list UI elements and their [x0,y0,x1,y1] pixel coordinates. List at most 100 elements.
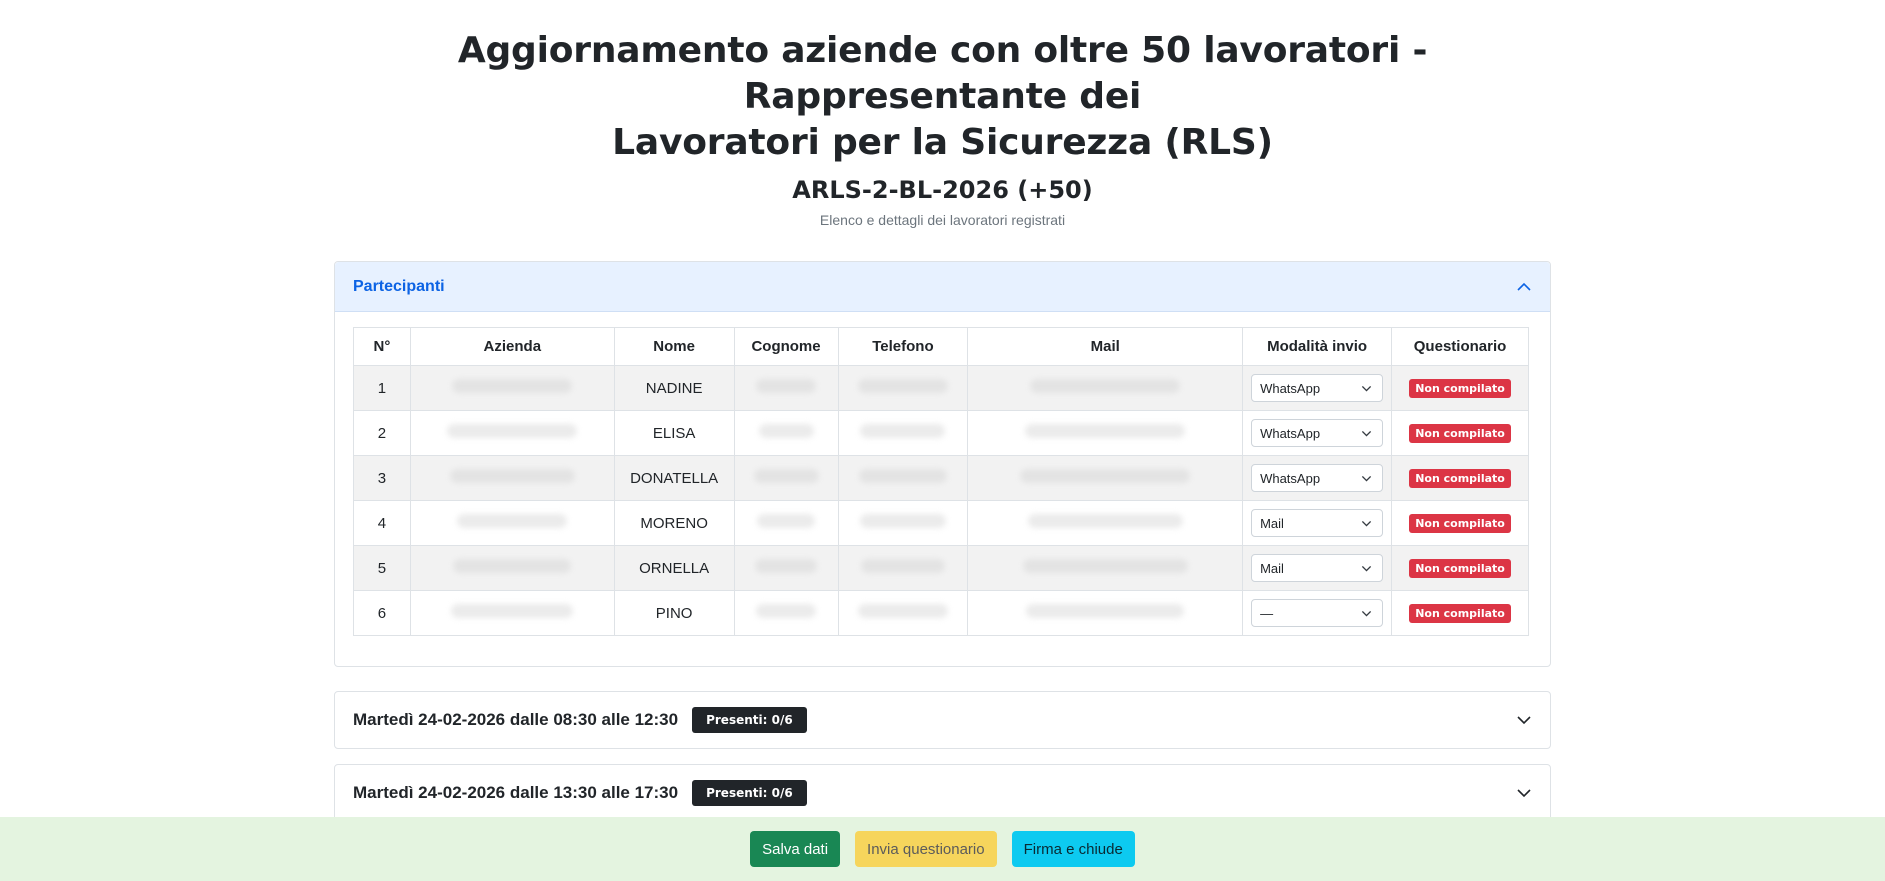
participants-accordion-header[interactable]: Partecipanti [335,262,1550,312]
cell-questionario: Non compilato [1391,500,1529,546]
cell-mail [967,365,1244,411]
status-badge: Non compilato [1409,468,1511,488]
cell-azienda [409,455,615,501]
page-title-line2: Lavoratori per la Sicurezza (RLS) [612,122,1273,163]
table-row: 2 ELISA WhatsApp Non compilato [353,410,1529,456]
redacted-text [860,559,945,573]
redacted-text [757,514,816,528]
cell-modalita: Mail [1242,500,1393,546]
redacted-text [457,514,568,528]
cell-nome: ORNELLA [613,545,735,591]
table-row: 1 NADINE WhatsApp Non compilato [353,365,1529,411]
session-accordion-header[interactable]: Martedì 24-02-2026 dalle 08:30 alle 12:3… [335,692,1550,748]
modalita-invio-select[interactable]: — [1251,599,1384,627]
status-badge: Non compilato [1409,513,1511,533]
cell-azienda [409,410,615,456]
chevron-down-icon [1361,565,1372,572]
page-subtitle: Elenco e dettagli dei lavoratori registr… [819,212,1066,228]
session-header-left: Martedì 24-02-2026 dalle 13:30 alle 17:3… [353,780,807,806]
table-row: 4 MORENO Mail Non compilato [353,500,1529,546]
cell-telefono [837,545,969,591]
cell-azienda [409,365,615,411]
page-container: Aggiornamento aziende con oltre 50 lavor… [334,0,1551,822]
cell-n: 5 [353,545,411,591]
cell-telefono [837,365,969,411]
chevron-down-icon [1516,712,1532,728]
cell-mail [967,590,1244,636]
send-questionnaire-button[interactable]: Invia questionario [855,831,997,867]
redacted-text [860,424,946,438]
modalita-invio-select[interactable]: Mail [1251,554,1384,582]
redacted-text [756,379,817,393]
redacted-text [452,379,573,393]
chevron-down-icon [1361,520,1372,527]
column-header-azienda: Azienda [409,327,615,366]
chevron-down-icon [1361,610,1372,617]
modalita-invio-select[interactable]: WhatsApp [1251,419,1384,447]
table-row: 6 PINO — Non compilato [353,590,1529,636]
session-title: Martedì 24-02-2026 dalle 13:30 alle 17:3… [353,783,679,802]
cell-nome: DONATELLA [613,455,735,501]
cell-azienda [409,500,615,546]
column-header-questionario: Questionario [1391,327,1529,366]
course-code: ARLS-2-BL-2026 (+50) [792,176,1093,204]
redacted-text [1022,559,1188,573]
cell-questionario: Non compilato [1391,365,1529,411]
table-row: 5 ORNELLA Mail Non compilato [353,545,1529,591]
redacted-text [758,424,814,438]
participants-accordion: Partecipanti N° Azienda Nome Cognome Tel… [334,261,1551,667]
select-value: WhatsApp [1260,470,1321,486]
cell-cognome [733,500,839,546]
status-badge: Non compilato [1409,423,1511,443]
attendance-badge: Presenti: 0/6 [692,780,807,806]
cell-nome: PINO [613,590,735,636]
status-badge: Non compilato [1409,558,1511,578]
redacted-text [755,559,818,573]
chevron-down-icon [1361,430,1372,437]
cell-nome: NADINE [613,365,735,411]
column-header-cognome: Cognome [733,327,839,366]
cell-modalita: — [1242,590,1393,636]
session-title: Martedì 24-02-2026 dalle 08:30 alle 12:3… [353,710,679,729]
cell-cognome [733,365,839,411]
select-value: Mail [1260,515,1284,531]
cell-modalita: WhatsApp [1242,410,1393,456]
save-button[interactable]: Salva dati [750,831,841,867]
redacted-text [859,514,946,528]
redacted-text [447,424,578,438]
cell-nome: ELISA [613,410,735,456]
sign-and-close-button[interactable]: Firma e chiude [1011,831,1135,867]
status-badge: Non compilato [1409,378,1511,398]
cell-cognome [733,545,839,591]
redacted-text [1020,469,1191,483]
cell-nome: MORENO [613,500,735,546]
column-header-telefono: Telefono [837,327,969,366]
session-accordion-1: Martedì 24-02-2026 dalle 08:30 alle 12:3… [334,691,1551,749]
cell-modalita: WhatsApp [1242,455,1393,501]
redacted-text [1030,379,1181,393]
select-value: — [1260,605,1274,621]
select-value: Mail [1260,560,1284,576]
cell-questionario: Non compilato [1391,545,1529,591]
column-header-modalita-invio: Modalità invio [1242,327,1393,366]
cell-n: 1 [353,365,411,411]
modalita-invio-select[interactable]: WhatsApp [1251,464,1384,492]
column-header-n: N° [353,327,411,366]
cell-questionario: Non compilato [1391,590,1529,636]
session-accordion-header[interactable]: Martedì 24-02-2026 dalle 13:30 alle 17:3… [335,765,1550,821]
modalita-invio-select[interactable]: WhatsApp [1251,374,1384,402]
status-badge: Non compilato [1409,603,1511,623]
action-footer: Salva dati Invia questionario Firma e ch… [0,817,1885,881]
cell-n: 2 [353,410,411,456]
cell-azienda [409,545,615,591]
participants-accordion-body: N° Azienda Nome Cognome Telefono Mail Mo… [335,312,1550,666]
modalita-invio-select[interactable]: Mail [1251,509,1384,537]
redacted-text [858,469,947,483]
cell-n: 4 [353,500,411,546]
cell-telefono [837,410,969,456]
column-header-nome: Nome [613,327,735,366]
cell-mail [967,545,1244,591]
select-value: WhatsApp [1260,425,1321,441]
session-accordion-2: Martedì 24-02-2026 dalle 13:30 alle 17:3… [334,764,1551,822]
cell-n: 6 [353,590,411,636]
